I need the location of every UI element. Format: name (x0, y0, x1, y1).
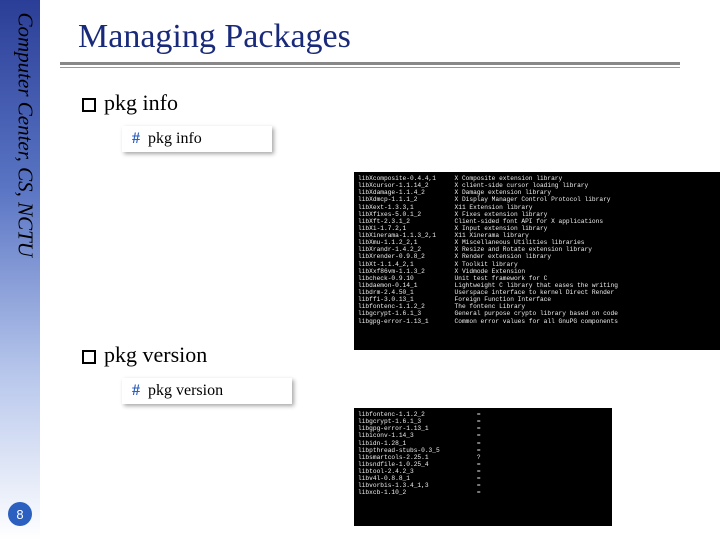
page-number-badge: 8 (0, 502, 40, 526)
terminal-pkg-version: libfontenc-1.1.2_2 = libgcrypt-1.6.1_3 =… (354, 408, 612, 526)
bullet-square-icon (82, 98, 96, 112)
title-rule-thick (60, 62, 680, 65)
page-number: 8 (8, 502, 32, 526)
sidebar: Computer Center, CS, NCTU 8 (0, 0, 40, 540)
command-text: pkg version (148, 382, 223, 400)
prompt-hash: # (132, 382, 140, 400)
command-box-pkg-info: # pkg info (122, 126, 272, 152)
title-rule-thin (60, 67, 680, 68)
command-text: pkg info (148, 130, 202, 148)
slide-title: Managing Packages (78, 18, 700, 56)
bullet-text: pkg version (104, 342, 207, 368)
command-box-pkg-version: # pkg version (122, 378, 292, 404)
prompt-hash: # (132, 130, 140, 148)
terminal-pkg-info: libXcomposite-0.4.4,1 X Composite extens… (354, 172, 720, 350)
slide-content: Managing Packages pkg info # pkg info pk… (60, 0, 700, 540)
sidebar-org-text: Computer Center, CS, NCTU (13, 13, 38, 343)
bullet-pkg-info: pkg info (82, 90, 700, 116)
bullet-square-icon (82, 350, 96, 364)
bullet-text: pkg info (104, 90, 178, 116)
